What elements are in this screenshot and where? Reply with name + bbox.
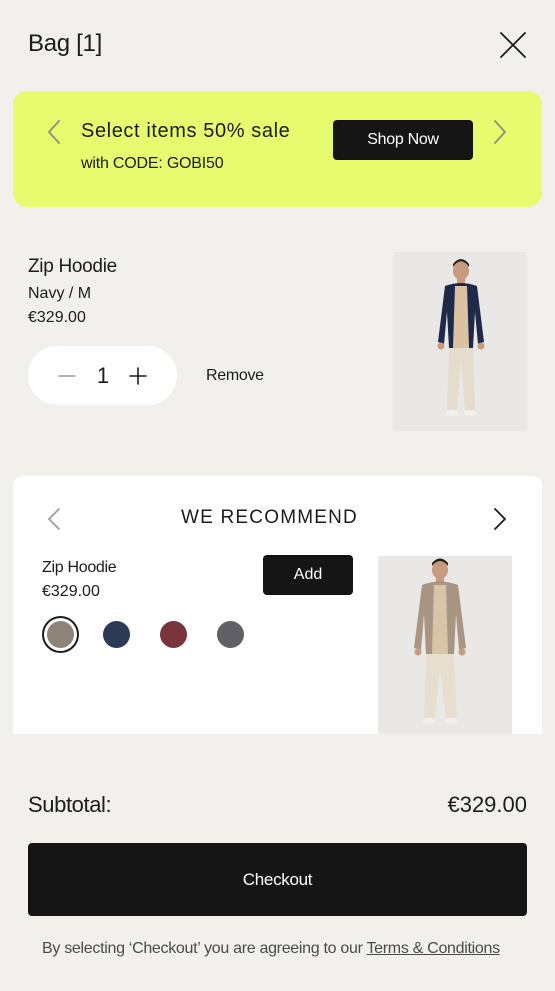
promo-next-button[interactable] <box>492 118 508 146</box>
bag-item-price: €329.00 <box>28 309 86 326</box>
remove-item-button[interactable]: Remove <box>206 367 264 385</box>
recommend-product-name: Zip Hoodie <box>42 559 117 576</box>
chevron-right-icon <box>494 120 506 144</box>
close-icon <box>500 32 526 58</box>
quantity-value: 1 <box>96 363 110 388</box>
color-swatch-taupe[interactable] <box>47 621 74 648</box>
checkout-button[interactable]: Checkout <box>28 843 527 916</box>
bag-item-variant: Navy / M <box>28 285 92 302</box>
chevron-right-icon <box>494 508 506 530</box>
terms-conditions-link[interactable]: Terms & Conditions <box>366 940 500 957</box>
subtotal-value: €329.00 <box>447 792 527 817</box>
recommend-next-button[interactable] <box>492 506 508 532</box>
decrease-quantity-button[interactable] <box>57 366 77 386</box>
chevron-left-icon <box>48 120 60 144</box>
promo-headline: Select items 50% sale <box>81 120 291 142</box>
bag-page: Bag [1] Select items 50% sale with CODE:… <box>0 0 555 991</box>
promo-prev-button[interactable] <box>46 118 62 146</box>
recommend-prev-button[interactable] <box>46 506 62 532</box>
bag-item-name: Zip Hoodie <box>28 256 117 277</box>
terms-notice: By selecting ‘Checkout’ you are agreeing… <box>42 940 500 958</box>
minus-icon <box>58 375 76 377</box>
bag-title: Bag [1] <box>28 30 102 57</box>
increase-quantity-button[interactable] <box>128 366 148 386</box>
chevron-left-icon <box>48 508 60 530</box>
promo-banner: Select items 50% sale with CODE: GOBI50 … <box>13 91 542 207</box>
recommend-product-price: €329.00 <box>42 583 100 600</box>
color-swatch-burgundy[interactable] <box>160 621 187 648</box>
bag-item-image <box>393 252 527 431</box>
recommend-product-image <box>378 556 512 734</box>
add-to-bag-button[interactable]: Add <box>263 555 353 595</box>
recommend-card: WE RECOMMEND Zip Hoodie €329.00 Add <box>13 476 542 734</box>
shop-now-button[interactable]: Shop Now <box>333 120 473 160</box>
quantity-stepper: 1 <box>28 346 177 405</box>
terms-text: By selecting ‘Checkout’ you are agreeing… <box>42 940 367 957</box>
close-button[interactable] <box>498 30 528 60</box>
color-swatch-grey[interactable] <box>217 621 244 648</box>
color-swatch-navy[interactable] <box>103 621 130 648</box>
promo-code: with CODE: GOBI50 <box>81 155 224 172</box>
subtotal-label: Subtotal: <box>28 792 112 817</box>
plus-icon <box>129 367 147 385</box>
recommend-title: WE RECOMMEND <box>181 507 358 528</box>
